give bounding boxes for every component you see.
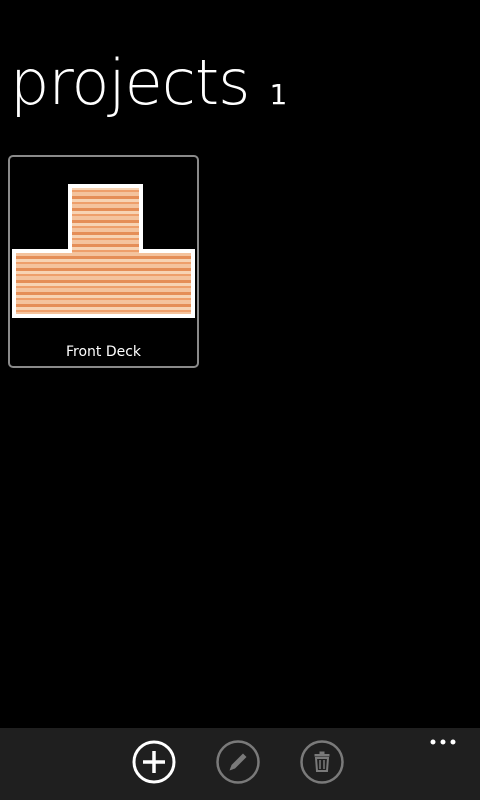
project-name: Front Deck — [65, 344, 142, 360]
plus-icon — [132, 740, 176, 784]
app-bar — [0, 728, 480, 800]
screen: projects 1 Front Deck — [0, 0, 480, 800]
project-tile[interactable]: Front Deck — [8, 155, 199, 368]
page-title: projects — [10, 46, 250, 119]
more-options-button[interactable] — [428, 734, 458, 750]
page-header: projects 1 — [10, 52, 287, 132]
add-project-button[interactable] — [132, 740, 176, 784]
trash-icon — [300, 740, 344, 784]
pencil-icon — [216, 740, 260, 784]
project-count: 1 — [269, 78, 288, 111]
ellipsis-icon — [430, 739, 456, 745]
deck-preview-icon — [12, 184, 195, 318]
delete-project-button[interactable] — [300, 740, 344, 784]
edit-project-button[interactable] — [216, 740, 260, 784]
